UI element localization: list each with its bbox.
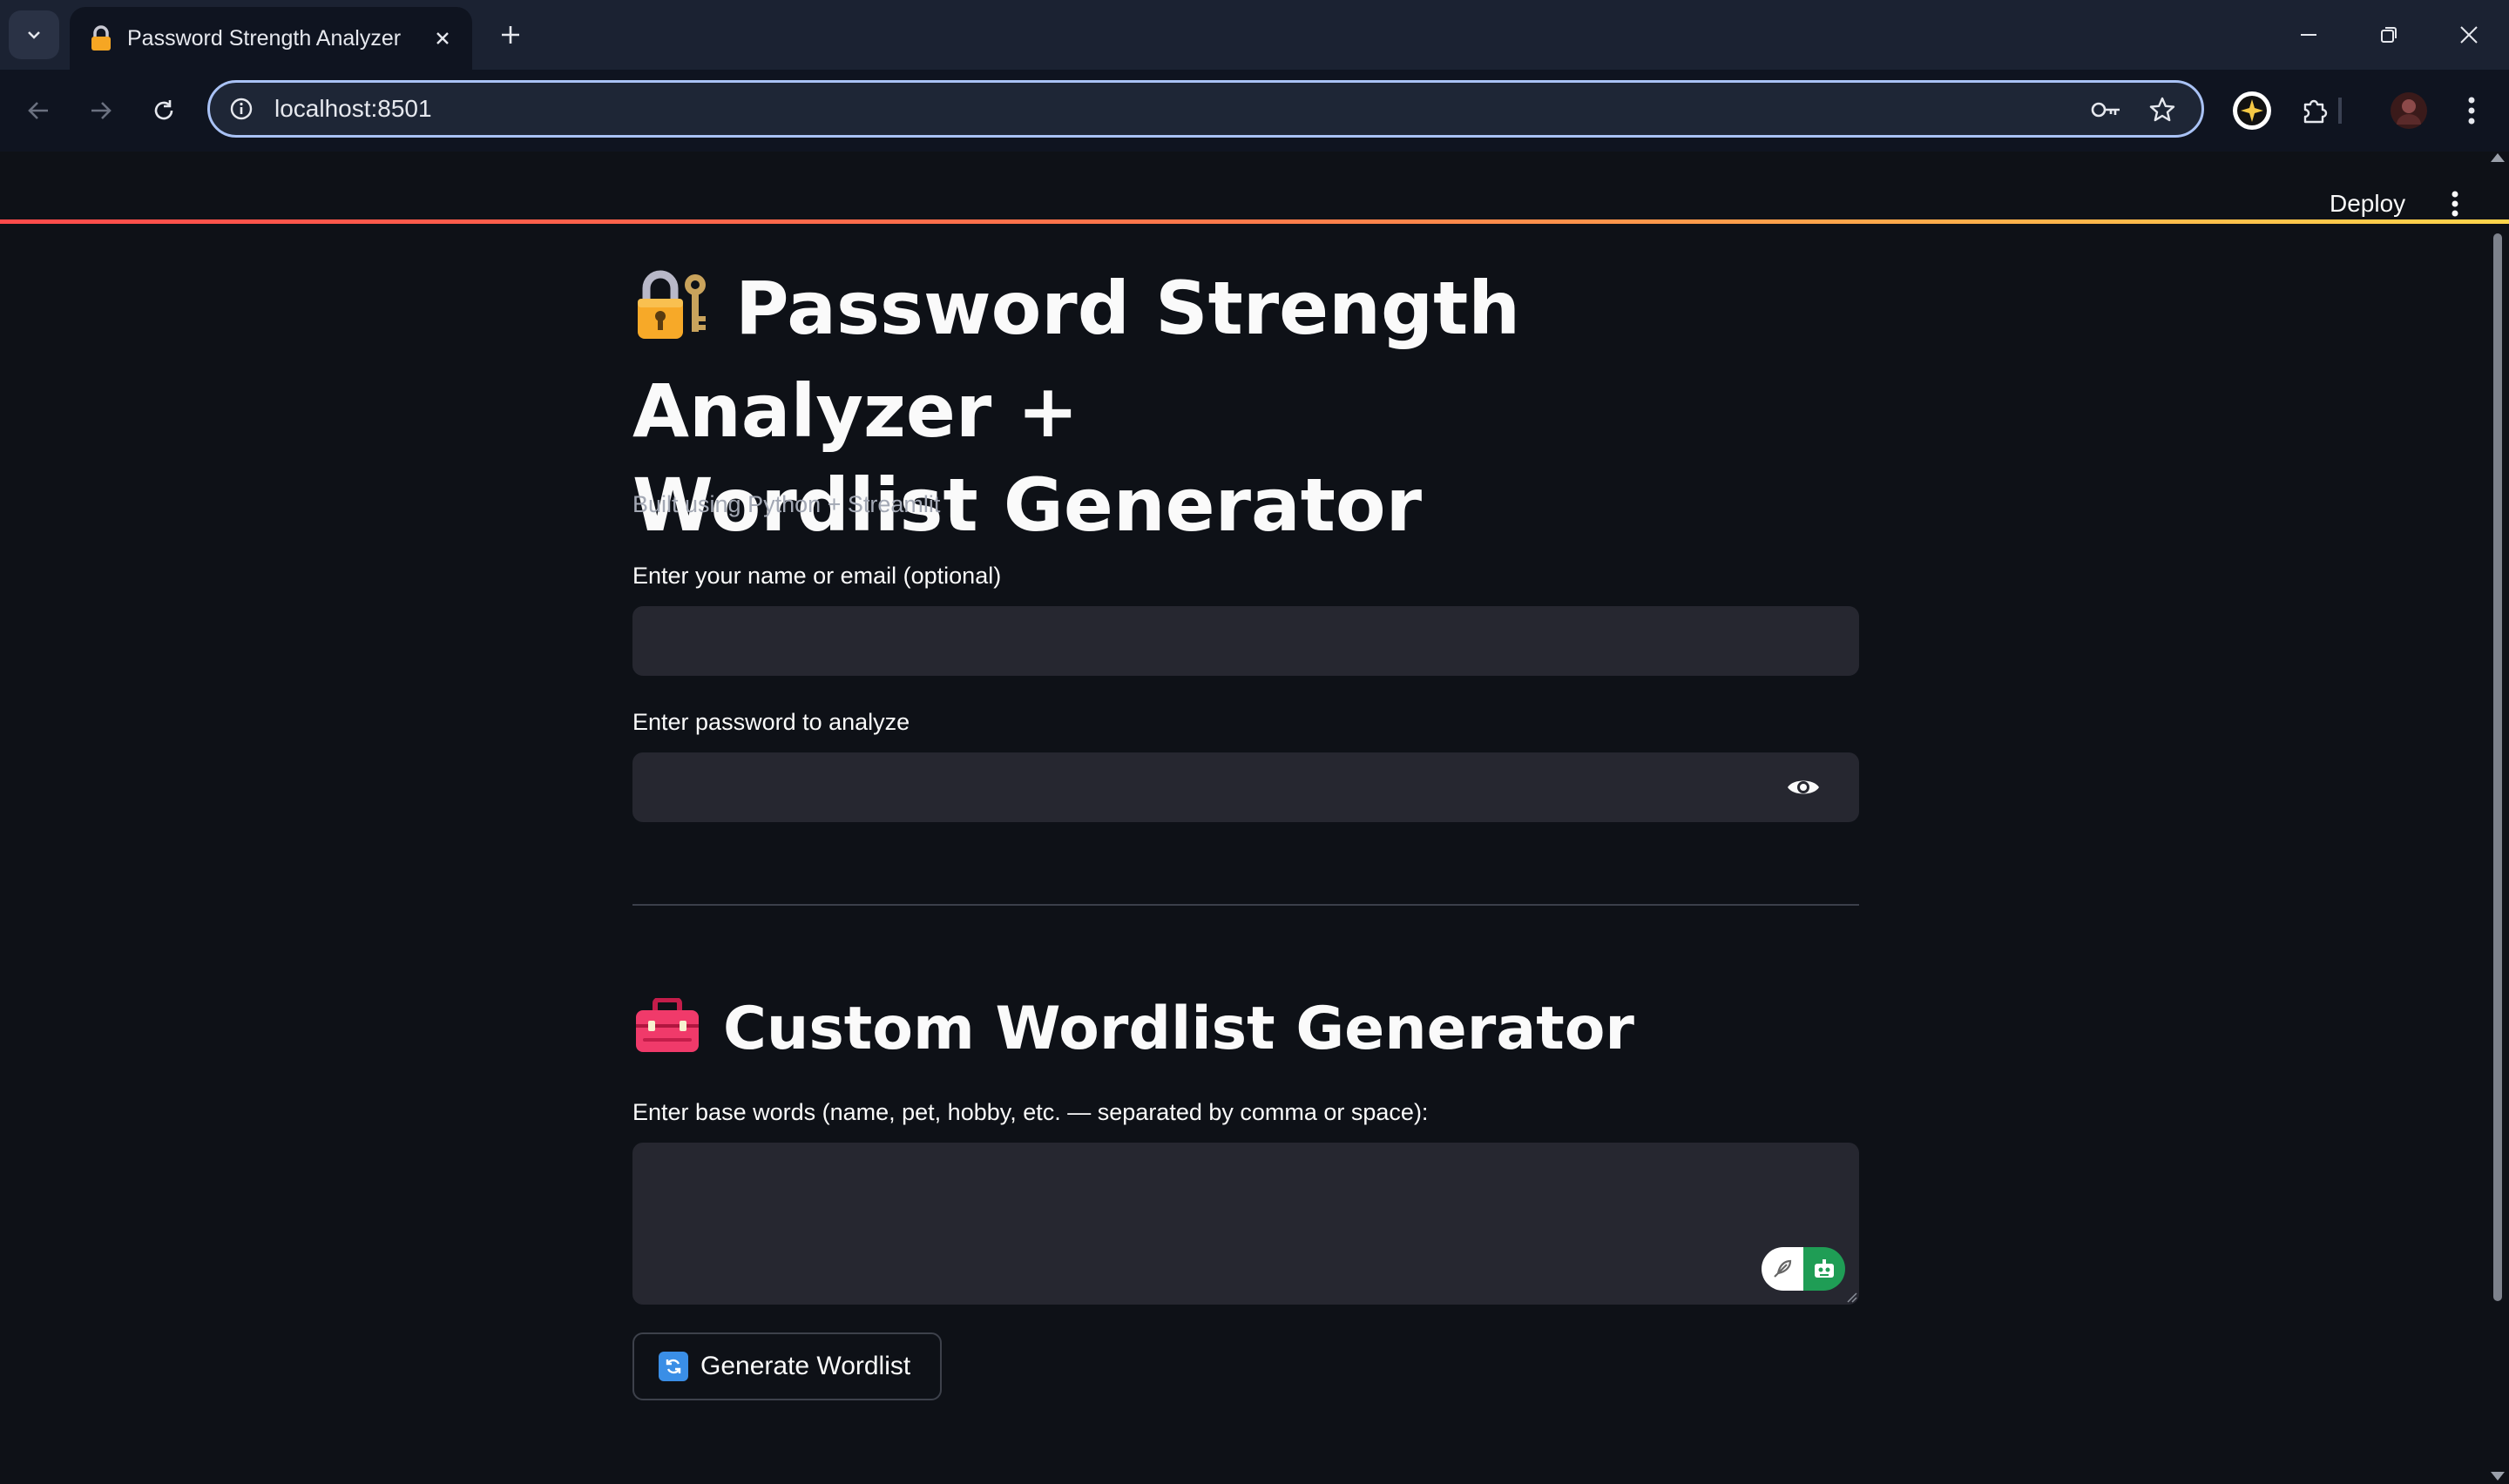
wordlist-heading: Custom Wordlist Generator: [632, 993, 1634, 1073]
toolbox-icon: [632, 997, 702, 1073]
show-password-eye-icon[interactable]: [1786, 773, 1821, 801]
browser-toolbar: localhost:8501: [0, 70, 2509, 224]
base-words-label: Enter base words (name, pet, hobby, etc.…: [632, 1099, 1429, 1125]
name-email-input[interactable]: [632, 606, 1859, 676]
password-key-icon[interactable]: [2090, 93, 2123, 126]
tab-search-button[interactable]: [9, 10, 59, 59]
password-input[interactable]: [632, 752, 1859, 822]
extension-sparkle-icon[interactable]: [2230, 89, 2274, 132]
browser-menu-icon[interactable]: [2450, 89, 2493, 132]
extensions-puzzle-icon[interactable]: [2293, 89, 2337, 132]
site-info-icon[interactable]: [227, 95, 255, 123]
robot-icon[interactable]: [1803, 1247, 1845, 1291]
tab-title: Password Strength Analyzer: [127, 25, 402, 51]
base-words-textarea[interactable]: [632, 1143, 1859, 1305]
password-input-label: Enter password to analyze: [632, 709, 910, 735]
browser-tab-strip: Password Strength Analyzer: [0, 0, 2509, 70]
scroll-down-arrow[interactable]: [2491, 1472, 2505, 1481]
page-scrollbar[interactable]: [2493, 233, 2502, 1301]
name-input-label: Enter your name or email (optional): [632, 563, 1002, 589]
main-content: Password Strength Analyzer + Wordlist Ge…: [632, 261, 1859, 1400]
address-bar[interactable]: localhost:8501: [207, 80, 2204, 138]
close-tab-icon[interactable]: [429, 24, 456, 52]
resize-handle-icon[interactable]: [1845, 1291, 1857, 1303]
back-arrow-icon[interactable]: [17, 90, 59, 132]
deploy-button[interactable]: Deploy: [2317, 185, 2418, 223]
section-divider: [632, 904, 1859, 906]
generate-wordlist-label: Generate Wordlist: [700, 1352, 911, 1380]
scroll-up-arrow[interactable]: [2491, 153, 2505, 162]
locked-with-key-icon: [632, 267, 711, 364]
restore-window-icon[interactable]: [2363, 14, 2415, 56]
browser-tab[interactable]: Password Strength Analyzer: [70, 7, 472, 70]
profile-avatar[interactable]: [2387, 89, 2431, 132]
new-tab-icon[interactable]: [493, 17, 528, 52]
feather-icon[interactable]: [1762, 1247, 1803, 1291]
close-window-icon[interactable]: [2443, 14, 2495, 56]
app-decoration-bar: [0, 219, 2509, 224]
bookmark-star-icon[interactable]: [2146, 93, 2179, 126]
reload-icon[interactable]: [143, 90, 185, 132]
title-line-1: Password Strength Analyzer +: [632, 266, 1521, 454]
toolbar-divider: [2338, 98, 2342, 124]
forward-arrow-icon[interactable]: [80, 90, 122, 132]
chevron-down-icon: [28, 31, 40, 39]
wordlist-heading-text: Custom Wordlist Generator: [723, 995, 1634, 1063]
url-text[interactable]: localhost:8501: [274, 95, 432, 123]
page-caption: Built using Python + Streamlit: [632, 491, 941, 517]
counterclockwise-arrows-icon: [659, 1352, 688, 1381]
app-menu-icon[interactable]: [2438, 186, 2472, 221]
generate-wordlist-button[interactable]: Generate Wordlist: [632, 1332, 943, 1400]
minimize-window-icon[interactable]: [2282, 14, 2335, 56]
lock-favicon-icon: [87, 24, 115, 52]
textarea-extension-widget[interactable]: [1762, 1247, 1845, 1291]
